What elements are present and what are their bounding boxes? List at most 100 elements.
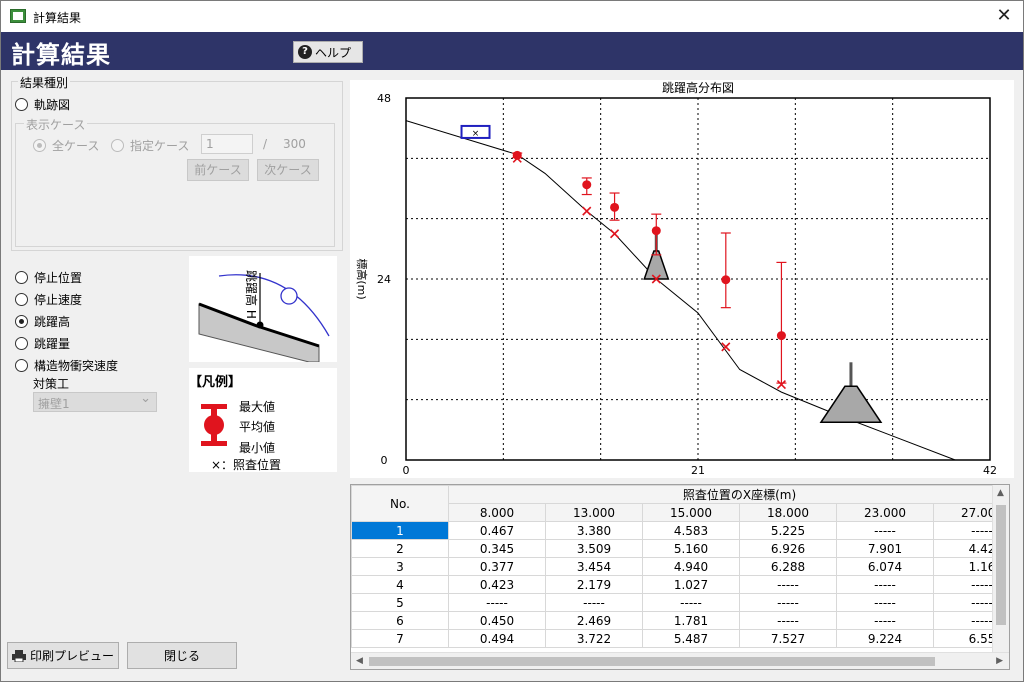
table-cell: 2.179 (545, 575, 643, 594)
page-title: 計算結果 (11, 41, 111, 69)
radio-stop-position[interactable]: 停止位置 (15, 269, 82, 286)
row-number: 7 (351, 629, 449, 648)
horizontal-scrollbar[interactable]: ◀ ▶ (351, 652, 1009, 669)
column-header: 8.000 (448, 503, 546, 522)
result-table: No. 照査位置のX座標(m) 8.000 13.000 15.000 18.000 23.… (351, 485, 1009, 648)
table-cell: ----- (836, 593, 934, 612)
check-point-dot (256, 321, 264, 329)
jump-height-diagram: 跳躍高 H (189, 256, 337, 363)
scroll-up-icon[interactable]: ▲ (997, 488, 1004, 498)
table-cell: 7.527 (739, 629, 837, 648)
help-button[interactable]: ? ヘルプ (293, 41, 363, 63)
x-tick-label: 0 (403, 464, 410, 477)
radio-all-cases[interactable]: 全ケース (33, 137, 99, 154)
table-row[interactable]: 3 0.377 3.454 4.940 6.288 6.074 1.16 (351, 557, 1009, 576)
help-label: ヘルプ (315, 45, 352, 60)
column-header: 23.000 (836, 503, 934, 522)
legend-max-label: 最大値 (239, 400, 276, 414)
table-cell: 0.377 (448, 557, 546, 576)
x-tick-label: 21 (691, 464, 705, 477)
radio-specified-case-label: 指定ケース (130, 139, 190, 153)
table-cell: 3.454 (545, 557, 643, 576)
scroll-right-icon[interactable]: ▶ (996, 656, 1003, 666)
app-icon (10, 9, 26, 23)
result-table-panel: No. 照査位置のX座標(m) 8.000 13.000 15.000 18.000 23.… (350, 484, 1010, 670)
y-axis-label: 標高(m) (355, 258, 369, 299)
table-cell: 0.467 (448, 521, 546, 540)
table-row[interactable]: 2 0.345 3.509 5.160 6.926 7.901 4.42 (351, 539, 1009, 558)
scroll-left-icon[interactable]: ◀ (356, 656, 363, 666)
table-cell: ----- (836, 575, 934, 594)
table-cell: 5.160 (642, 539, 740, 558)
print-preview-button[interactable]: 印刷プレビュー (7, 642, 119, 669)
table-cell: 5.487 (642, 629, 740, 648)
column-header: 13.000 (545, 503, 643, 522)
table-cell: 0.423 (448, 575, 546, 594)
radio-dot (15, 293, 28, 306)
y-tick-label: 0 (381, 454, 388, 467)
print-preview-label: 印刷プレビュー (29, 649, 114, 663)
radio-impact-speed[interactable]: 構造物衝突速度 (15, 357, 118, 374)
table-row[interactable]: 5 ----- ----- ----- ----- ----- ----- (351, 593, 1009, 612)
radio-specified-case[interactable]: 指定ケース (111, 137, 189, 154)
table-row[interactable]: 6 0.450 2.469 1.781 ----- ----- ----- (351, 611, 1009, 630)
legend-title: 【凡例】 (189, 375, 242, 390)
table-cell: 9.224 (836, 629, 934, 648)
legend-avg-dot (204, 415, 224, 435)
close-button[interactable]: 閉じる (127, 642, 237, 669)
row-number: 1 (351, 521, 449, 540)
header-bar: 計算結果 ? ヘルプ (1, 32, 1023, 70)
vertical-scroll-thumb[interactable] (996, 505, 1006, 625)
table-cell: 6.926 (739, 539, 837, 558)
table-row[interactable]: 1 0.467 3.380 4.583 5.225 ----- ----- (351, 521, 1009, 540)
error-bar-legend-icon (201, 404, 227, 446)
radio-trajectory[interactable]: 軌跡図 (15, 96, 70, 113)
average-point (776, 331, 786, 341)
table-cell: 0.450 (448, 611, 546, 630)
radio-stop-position-label: 停止位置 (34, 271, 83, 285)
radio-jump-height[interactable]: 跳躍高 (15, 313, 70, 330)
radio-dot (111, 139, 124, 152)
result-type-label: 結果種別 (18, 74, 71, 91)
table-cell: 3.722 (545, 629, 643, 648)
no-column-header: No. (351, 485, 449, 522)
table-cell: 5.225 (739, 521, 837, 540)
table-cell: 1.781 (642, 611, 740, 630)
average-point (651, 226, 661, 236)
radio-dot (15, 98, 28, 111)
rock-icon (280, 287, 298, 305)
slope-shape (198, 303, 320, 363)
case-number-input[interactable]: 1 (201, 134, 253, 154)
radio-stop-speed[interactable]: 停止速度 (15, 291, 82, 308)
radio-all-cases-label: 全ケース (52, 139, 100, 153)
legend-min-label: 最小値 (239, 441, 276, 455)
title-bar: 計算結果 ✕ (1, 1, 1023, 32)
average-point (721, 275, 731, 285)
radio-jump-height-label: 跳躍高 (34, 315, 71, 329)
row-number: 6 (351, 611, 449, 630)
average-point (610, 202, 620, 212)
average-point (582, 180, 592, 190)
radio-dot (15, 271, 28, 284)
next-case-button[interactable]: 次ケース (257, 159, 319, 181)
vertical-scrollbar[interactable]: ▲ (992, 485, 1009, 653)
close-icon[interactable]: ✕ (993, 5, 1015, 27)
row-number: 5 (351, 593, 449, 612)
chart-title: 跳躍高分布図 (662, 80, 734, 95)
table-cell: ----- (448, 593, 546, 612)
y-tick-label: 24 (377, 273, 391, 286)
countermeasure-select[interactable]: 擁壁1 (33, 391, 157, 412)
table-cell: 3.509 (545, 539, 643, 558)
x-tick-label: 42 (983, 464, 997, 477)
radio-dot (33, 139, 46, 152)
radio-jump-distance[interactable]: 跳躍量 (15, 335, 70, 352)
prev-case-button[interactable]: 前ケース (187, 159, 249, 181)
table-row[interactable]: 4 0.423 2.179 1.027 ----- ----- ----- (351, 575, 1009, 594)
window-title: 計算結果 (33, 11, 82, 25)
start-marker-x: × (472, 129, 480, 139)
table-row[interactable]: 7 0.494 3.722 5.487 7.527 9.224 6.55 (351, 629, 1009, 648)
table-cell: ----- (836, 611, 934, 630)
horizontal-scroll-thumb[interactable] (369, 657, 935, 666)
table-cell: 6.074 (836, 557, 934, 576)
table-cell: ----- (739, 611, 837, 630)
